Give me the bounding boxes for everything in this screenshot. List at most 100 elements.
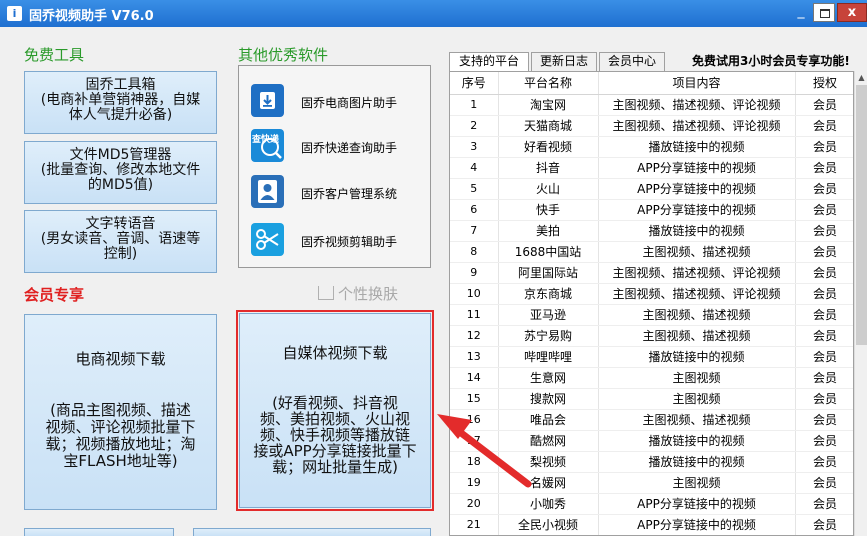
cell-index: 7 <box>450 220 499 242</box>
member-label: 会员专享 <box>24 286 85 304</box>
cell-platform: 名媛网 <box>498 472 599 494</box>
cell-index: 2 <box>450 115 499 137</box>
table-row[interactable]: 12 苏宁易购 主图视频、描述视频 会员 <box>450 325 853 347</box>
scroll-up-arrow-icon[interactable]: ▲ <box>855 71 867 84</box>
minimize-button[interactable]: _ <box>790 4 812 21</box>
cell-auth: 会员 <box>795 199 853 221</box>
tab-member-center[interactable]: 会员中心 <box>599 52 665 71</box>
table-row[interactable]: 8 1688中国站 主图视频、描述视频 会员 <box>450 241 853 263</box>
cell-platform: 京东商城 <box>498 283 599 305</box>
table-row[interactable]: 18 梨视频 播放链接中的视频 会员 <box>450 451 853 473</box>
table-row[interactable]: 14 生意网 主图视频 会员 <box>450 367 853 389</box>
cell-platform: 梨视频 <box>498 451 599 473</box>
toolbox-title: 固乔工具箱 <box>85 77 156 93</box>
cell-index: 8 <box>450 241 499 263</box>
software-label: 固乔电商图片助手 <box>301 96 398 110</box>
cell-index: 13 <box>450 346 499 368</box>
cell-auth: 会员 <box>795 94 853 116</box>
table-row[interactable]: 19 名媛网 主图视频 会员 <box>450 472 853 494</box>
toolbox-button[interactable]: 固乔工具箱 (电商补单营销神器，自媒 体人气提升必备) <box>24 71 217 134</box>
cell-platform: 天猫商城 <box>498 115 599 137</box>
cell-content: 播放链接中的视频 <box>598 430 796 452</box>
table-row[interactable]: 16 唯品会 主图视频、描述视频 会员 <box>450 409 853 431</box>
tts-title: 文字转语音 <box>85 216 156 232</box>
cell-auth: 会员 <box>795 430 853 452</box>
ecommerce-desc-line3: 载；视频播放地址；淘 <box>45 435 196 453</box>
maximize-button[interactable] <box>813 3 835 22</box>
software-item-customer[interactable]: 固乔客户管理系统 <box>251 175 431 211</box>
tab-changelog[interactable]: 更新日志 <box>531 52 597 71</box>
tab-supported-platforms[interactable]: 支持的平台 <box>449 52 529 72</box>
scissors-icon <box>251 223 284 256</box>
scroll-thumb[interactable] <box>856 85 867 345</box>
other-software-panel: 固乔电商图片助手 查快递 固乔快递查询助手 固乔客户管理系统 固乔视频剪辑助手 <box>238 65 431 268</box>
cell-auth: 会员 <box>795 409 853 431</box>
header-index[interactable]: 序号 <box>450 72 499 95</box>
highlight-box <box>236 310 434 511</box>
cell-index: 18 <box>450 451 499 473</box>
table-row[interactable]: 10 京东商城 主图视频、描述视频、评论视频 会员 <box>450 283 853 305</box>
cell-index: 14 <box>450 367 499 389</box>
express-icon-text: 查快递 <box>252 135 280 145</box>
cell-auth: 会员 <box>795 136 853 158</box>
cell-index: 15 <box>450 388 499 410</box>
table-row[interactable]: 20 小咖秀 APP分享链接中的视频 会员 <box>450 493 853 515</box>
table-scrollbar[interactable]: ▲ <box>854 71 867 536</box>
header-auth[interactable]: 授权 <box>795 72 853 95</box>
software-item-express[interactable]: 查快递 固乔快递查询助手 <box>251 129 431 165</box>
app-icon: i <box>7 6 22 21</box>
table-row[interactable]: 11 亚马逊 主图视频、描述视频 会员 <box>450 304 853 326</box>
cell-content: 主图视频 <box>598 472 796 494</box>
close-button[interactable]: x <box>837 3 867 22</box>
cell-content: APP分享链接中的视频 <box>598 493 796 515</box>
table-row[interactable]: 9 阿里国际站 主图视频、描述视频、评论视频 会员 <box>450 262 853 284</box>
cell-platform: 淘宝网 <box>498 94 599 116</box>
table-row[interactable]: 7 美拍 播放链接中的视频 会员 <box>450 220 853 242</box>
header-content[interactable]: 项目内容 <box>598 72 796 95</box>
cell-platform: 阿里国际站 <box>498 262 599 284</box>
download-icon <box>251 84 284 117</box>
platform-table: 序号 平台名称 项目内容 授权 1 淘宝网 主图视频、描述视频、评论视频 会员 2 天猫商… <box>449 71 854 536</box>
cell-platform: 1688中国站 <box>498 241 599 263</box>
software-item-video-editor[interactable]: 固乔视频剪辑助手 <box>251 223 431 259</box>
table-row[interactable]: 2 天猫商城 主图视频、描述视频、评论视频 会员 <box>450 115 853 137</box>
cell-auth: 会员 <box>795 304 853 326</box>
table-row[interactable]: 15 搜款网 主图视频 会员 <box>450 388 853 410</box>
window-title: 固乔视频助手 V76.0 <box>29 9 154 24</box>
table-row[interactable]: 3 好看视频 播放链接中的视频 会员 <box>450 136 853 158</box>
table-row[interactable]: 5 火山 APP分享链接中的视频 会员 <box>450 178 853 200</box>
table-row[interactable]: 13 哔哩哔哩 播放链接中的视频 会员 <box>450 346 853 368</box>
ecommerce-desc-line4: 宝FLASH地址等) <box>63 452 178 470</box>
table-row[interactable]: 21 全民小视频 APP分享链接中的视频 会员 <box>450 514 853 535</box>
cell-platform: 唯品会 <box>498 409 599 431</box>
cell-index: 21 <box>450 514 499 535</box>
cell-index: 4 <box>450 157 499 179</box>
cell-auth: 会员 <box>795 115 853 137</box>
md5-manager-button[interactable]: 文件MD5管理器 (批量查询、修改本地文件 的MD5值) <box>24 141 217 204</box>
cell-content: APP分享链接中的视频 <box>598 157 796 179</box>
header-platform[interactable]: 平台名称 <box>498 72 599 95</box>
other-software-label: 其他优秀软件 <box>238 46 329 64</box>
text-to-speech-button[interactable]: 文字转语音 (男女读音、音调、语速等 控制) <box>24 210 217 273</box>
table-row[interactable]: 17 酷燃网 播放链接中的视频 会员 <box>450 430 853 452</box>
cell-platform: 搜款网 <box>498 388 599 410</box>
cell-index: 20 <box>450 493 499 515</box>
tts-desc-line1: (男女读音、音调、语速等 <box>40 231 201 247</box>
cell-auth: 会员 <box>795 493 853 515</box>
ecommerce-video-download-button[interactable]: 电商视频下载 (商品主图视频、描述 视频、评论视频批量下 载；视频播放地址；淘 … <box>24 314 217 510</box>
table-row[interactable]: 4 抖音 APP分享链接中的视频 会员 <box>450 157 853 179</box>
partial-button-right[interactable] <box>193 528 431 536</box>
partial-button-left[interactable] <box>24 528 174 536</box>
software-label: 固乔客户管理系统 <box>301 187 398 201</box>
cell-auth: 会员 <box>795 451 853 473</box>
cell-index: 9 <box>450 262 499 284</box>
cell-content: 主图视频、描述视频、评论视频 <box>598 262 796 284</box>
cell-platform: 火山 <box>498 178 599 200</box>
table-row[interactable]: 1 淘宝网 主图视频、描述视频、评论视频 会员 <box>450 94 853 116</box>
md5-desc-line2: 的MD5值) <box>87 177 154 193</box>
table-row[interactable]: 6 快手 APP分享链接中的视频 会员 <box>450 199 853 221</box>
cell-auth: 会员 <box>795 178 853 200</box>
software-item-image-helper[interactable]: 固乔电商图片助手 <box>251 84 431 120</box>
change-skin-button[interactable]: 个性换肤 <box>318 283 398 304</box>
table-body: 1 淘宝网 主图视频、描述视频、评论视频 会员 2 天猫商城 主图视频、描述视频、评论视频会… <box>450 94 853 535</box>
